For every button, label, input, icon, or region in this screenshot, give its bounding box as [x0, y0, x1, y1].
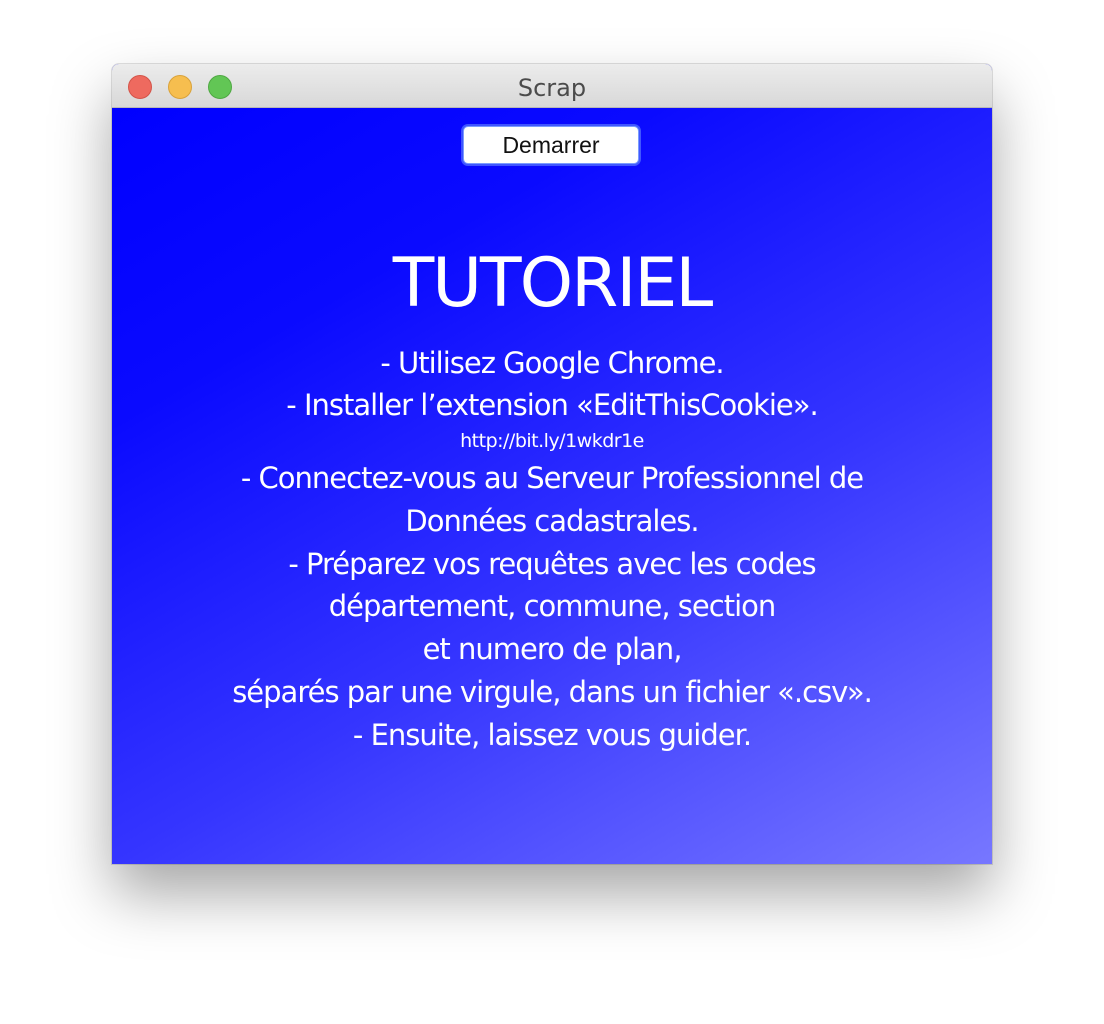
tutorial-title: TUTORIEL	[392, 244, 714, 323]
tutorial-line: département, commune, section	[328, 589, 777, 623]
tutorial-line: - Ensuite, laissez vous guider.	[352, 718, 752, 752]
start-button[interactable]: Demarrer	[463, 126, 639, 164]
tutorial-line: - Préparez vos requêtes avec les codes	[288, 547, 816, 581]
window-title: Scrap	[517, 74, 587, 102]
tutorial-line: - Utilisez Google Chrome.	[380, 346, 724, 380]
tutorial-line: Données cadastrales.	[405, 504, 699, 538]
main-content: Demarrer TUTORIEL - Utilisez Google Chro…	[112, 108, 992, 864]
tutorial-link: http://bit.ly/1wkdr1e	[460, 430, 644, 452]
tutorial-line: - Connectez-vous au Serveur Professionne…	[240, 461, 864, 495]
app-window: Scrap Demarrer TUTORIEL - Utilisez Googl…	[112, 64, 992, 864]
title-bar[interactable]: Scrap	[112, 64, 992, 108]
tutorial-line: - Installer l’extension «EditThisCookie»…	[286, 388, 818, 422]
tutorial-line: séparés par une virgule, dans un fichier…	[232, 675, 873, 709]
tutorial-line: et numero de plan,	[422, 632, 683, 666]
